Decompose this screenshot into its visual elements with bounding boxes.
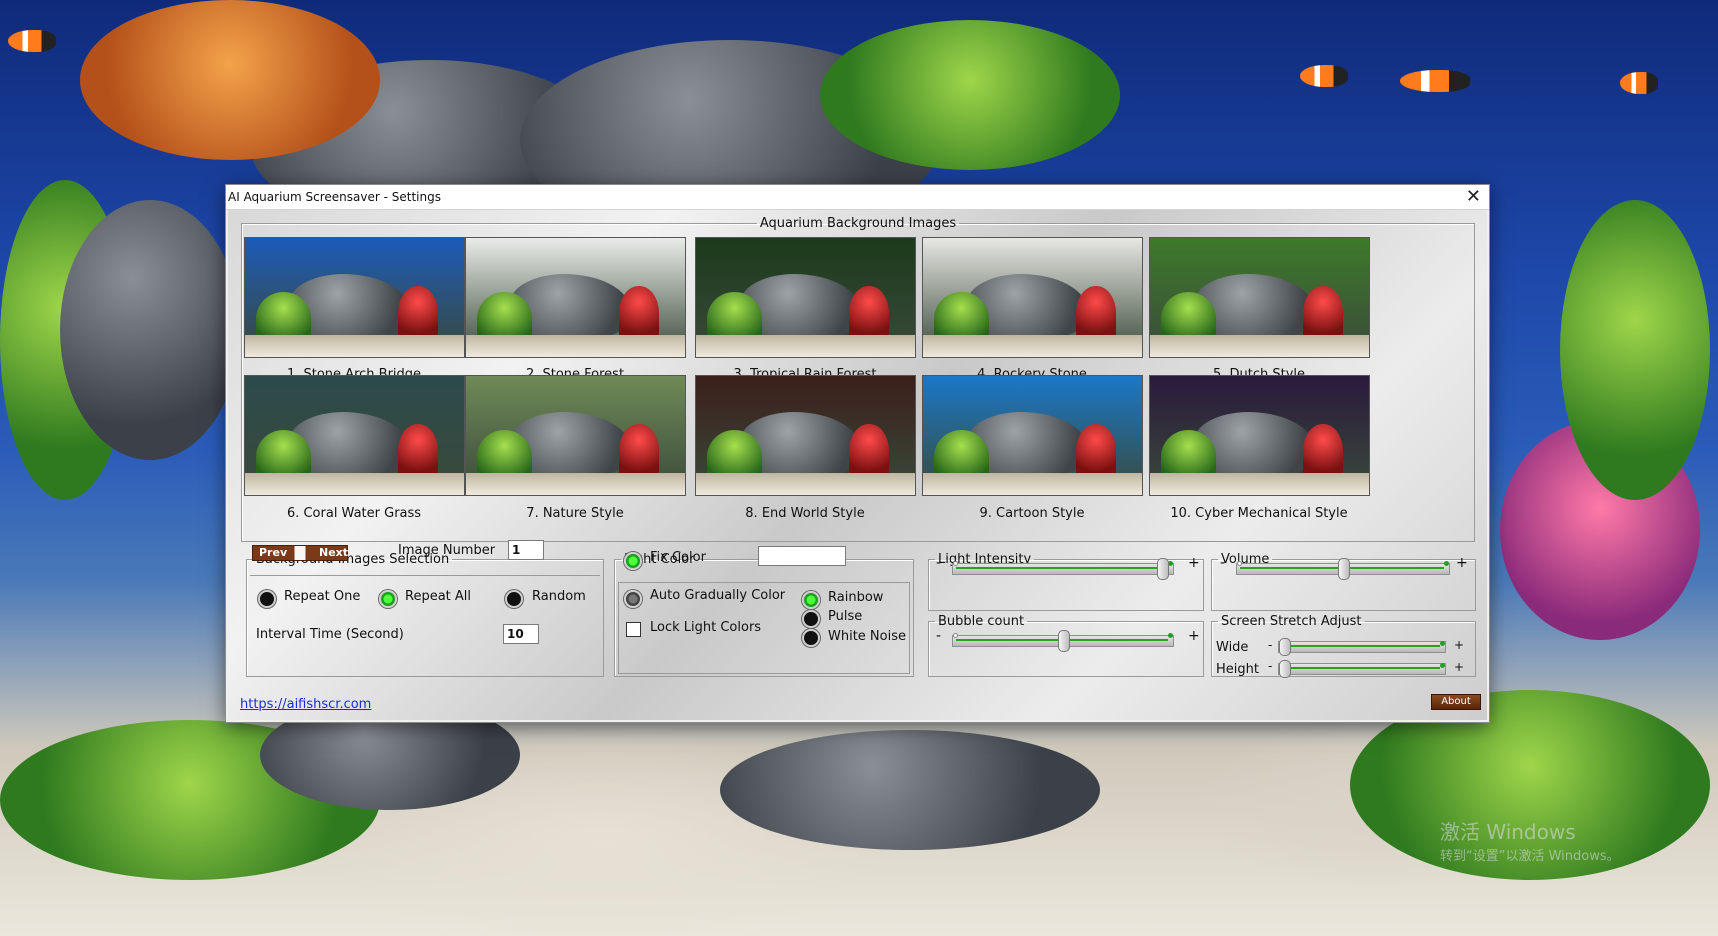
wide-slider[interactable] <box>1278 638 1446 656</box>
pulse-label: Pulse <box>828 609 863 624</box>
background-thumbnail[interactable] <box>244 237 465 358</box>
background-thumbnail[interactable] <box>244 375 465 496</box>
screen-stretch-legend: Screen Stretch Adjust <box>1221 614 1362 629</box>
volume-slider[interactable] <box>1236 558 1450 580</box>
wide-plus: + <box>1454 638 1465 652</box>
random-label: Random <box>532 589 586 604</box>
thumbnail-caption: 6. Coral Water Grass <box>286 506 422 521</box>
light-intensity-slider[interactable] <box>952 558 1174 580</box>
windows-activation-watermark: 激活 Windows 转到“设置”以激活 Windows。 <box>1440 816 1620 864</box>
rainbow-label: Rainbow <box>828 590 884 605</box>
height-plus: + <box>1454 660 1465 674</box>
wide-minus: - <box>1268 638 1273 652</box>
volume-knob[interactable] <box>1338 558 1350 580</box>
height-minus: - <box>1268 659 1273 673</box>
bubble-count-minus: - <box>936 628 942 644</box>
bubble-count-slider[interactable] <box>952 630 1174 652</box>
interval-time-label: Interval Time (Second) <box>256 627 404 642</box>
prev-next-button[interactable]: Prev Next <box>252 545 348 561</box>
title-bar: AI Aquarium Screensaver - Settings ✕ <box>226 185 1489 210</box>
thumbnail-caption: 9. Cartoon Style <box>979 506 1085 521</box>
about-button[interactable]: About <box>1431 694 1481 710</box>
background-thumbnail[interactable] <box>695 375 916 496</box>
watermark-line1: 激活 Windows <box>1440 820 1576 844</box>
background-thumbnail[interactable] <box>465 237 686 358</box>
light-intensity-knob[interactable] <box>1156 558 1169 580</box>
gallery-legend: Aquarium Background Images <box>759 216 957 231</box>
volume-plus: + <box>1456 555 1468 571</box>
repeat-one-label: Repeat One <box>284 589 361 604</box>
image-number-label: Image Number <box>398 543 496 558</box>
background-thumbnail[interactable] <box>1149 237 1370 358</box>
auto-gradually-label: Auto Gradually Color <box>650 588 786 603</box>
interval-time-input[interactable]: 10 <box>503 624 539 644</box>
repeat-one-radio[interactable] <box>258 590 276 608</box>
fix-color-radio[interactable] <box>624 552 642 570</box>
wide-label: Wide <box>1216 640 1249 655</box>
light-intensity-plus: + <box>1188 555 1200 571</box>
bubble-count-knob[interactable] <box>1058 630 1070 652</box>
random-radio[interactable] <box>505 590 523 608</box>
background-selection-group: Background Images Selection <box>246 552 604 677</box>
background-thumbnail[interactable] <box>695 237 916 358</box>
settings-client-area: Aquarium Background Images 1. Stone Arch… <box>228 210 1487 720</box>
background-thumbnail[interactable] <box>1149 375 1370 496</box>
auto-gradually-radio[interactable] <box>624 590 642 608</box>
white-noise-radio[interactable] <box>802 629 820 647</box>
next-button[interactable]: Next <box>319 546 348 560</box>
height-label: Height <box>1216 662 1259 677</box>
pulse-radio[interactable] <box>802 610 820 628</box>
settings-window: AI Aquarium Screensaver - Settings ✕ Aqu… <box>225 184 1490 723</box>
fix-color-swatch[interactable] <box>758 546 846 566</box>
bubble-count-plus: + <box>1188 628 1200 644</box>
repeat-all-label: Repeat All <box>405 589 472 604</box>
background-thumbnail[interactable] <box>922 375 1143 496</box>
website-link[interactable]: https://aifishscr.com <box>240 697 371 712</box>
prev-button[interactable]: Prev <box>259 546 287 560</box>
lock-light-colors-label: Lock Light Colors <box>650 620 762 635</box>
volume-minus: - <box>1220 555 1226 571</box>
thumbnail-caption: 10. Cyber Mechanical Style <box>1170 506 1348 521</box>
repeat-all-radio[interactable] <box>379 590 397 608</box>
playback-mode-box <box>250 575 600 577</box>
white-noise-label: White Noise <box>828 629 906 644</box>
rainbow-radio[interactable] <box>802 591 820 609</box>
light-intensity-minus: - <box>936 555 942 571</box>
bubble-count-legend: Bubble count <box>938 614 1025 629</box>
background-thumbnail[interactable] <box>922 237 1143 358</box>
thumbnail-caption: 7. Nature Style <box>526 506 624 521</box>
thumbnail-caption: 8. End World Style <box>745 506 865 521</box>
background-thumbnail[interactable] <box>465 375 686 496</box>
window-title: AI Aquarium Screensaver - Settings <box>228 190 441 204</box>
lock-light-colors-checkbox[interactable] <box>626 622 641 637</box>
height-knob[interactable] <box>1279 660 1291 678</box>
close-icon[interactable]: ✕ <box>1466 186 1481 207</box>
image-number-input[interactable]: 1 <box>508 540 544 560</box>
watermark-line2: 转到“设置”以激活 Windows。 <box>1440 849 1620 864</box>
wide-knob[interactable] <box>1279 638 1291 656</box>
height-slider[interactable] <box>1278 660 1446 678</box>
fix-color-label: Fix Color <box>650 550 706 565</box>
